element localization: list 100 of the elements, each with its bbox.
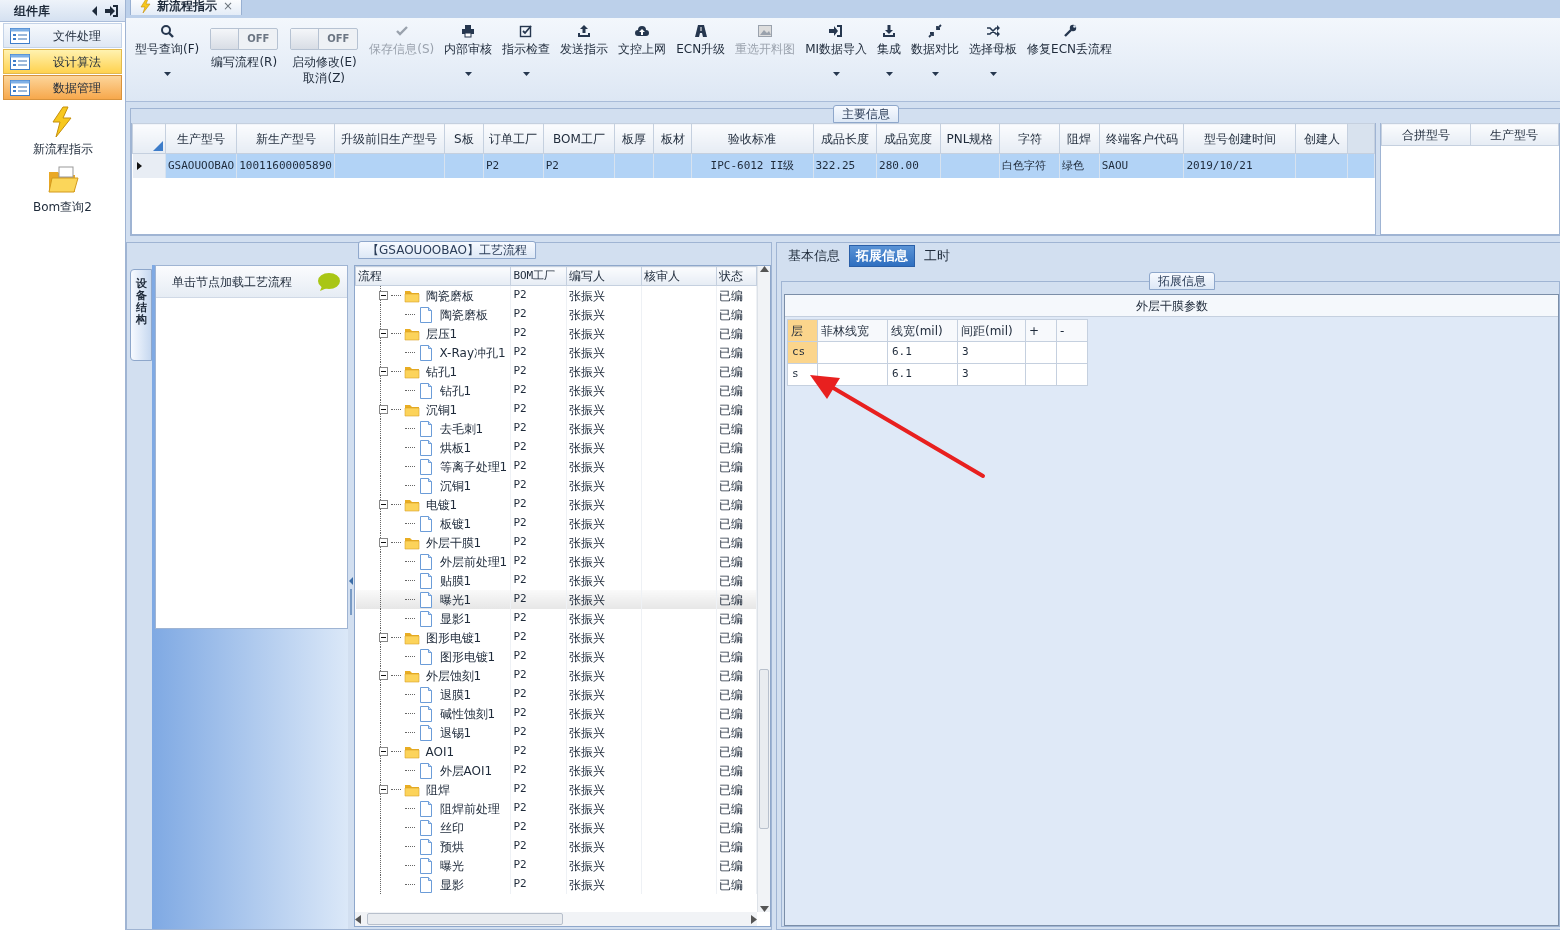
exit-icon[interactable]: [105, 4, 119, 17]
toolbar-button[interactable]: 数据对比: [906, 22, 965, 76]
column-header[interactable]: -: [1056, 319, 1088, 342]
tree-node-label[interactable]: 贴膜1: [439, 571, 472, 590]
toolbar-button[interactable]: 集成: [872, 22, 907, 76]
tree-node-label[interactable]: 沉铜1: [425, 400, 458, 419]
tree-node-label[interactable]: 外层AOI1: [439, 761, 493, 780]
row-header[interactable]: [132, 153, 166, 178]
column-header[interactable]: 线宽(mil): [887, 319, 958, 342]
tree-node-label[interactable]: 陶瓷磨板: [439, 305, 488, 324]
table-corner[interactable]: [132, 123, 166, 154]
tree-node-label[interactable]: 图形电镀1: [425, 628, 482, 647]
tree-node-label[interactable]: 退锡1: [439, 723, 472, 742]
tree-node-label[interactable]: 钻孔1: [425, 362, 458, 381]
scrollbar-thumb[interactable]: [759, 669, 769, 829]
collapse-box-icon[interactable]: [378, 538, 388, 547]
sidebar-item[interactable]: 设计算法: [3, 49, 122, 74]
tab[interactable]: 工时: [917, 245, 957, 267]
column-header[interactable]: 创建人: [1295, 123, 1348, 154]
column-header[interactable]: 升级前旧生产型号: [334, 123, 445, 154]
shortcut-label[interactable]: 新流程指示: [32, 140, 93, 158]
collapse-box-icon[interactable]: [378, 291, 388, 300]
scroll-down-icon[interactable]: [759, 906, 769, 912]
toolbar-button[interactable]: 内部审核: [439, 22, 498, 76]
tree-node-label[interactable]: 丝印: [439, 818, 464, 837]
toolbar-button[interactable]: MI数据导入: [800, 22, 873, 76]
column-header[interactable]: 生产型号: [165, 123, 237, 154]
scroll-right-icon[interactable]: [751, 914, 757, 924]
toggle-switch[interactable]: OFF: [210, 28, 279, 50]
tree-node-label[interactable]: AOI1: [425, 742, 455, 761]
collapse-box-icon[interactable]: [378, 367, 388, 376]
horizontal-scrollbar[interactable]: [355, 912, 757, 926]
collapse-left-icon[interactable]: [91, 5, 99, 16]
column-header[interactable]: 字符: [999, 123, 1060, 154]
collapse-box-icon[interactable]: [378, 405, 388, 414]
toggle-switch[interactable]: OFF: [290, 28, 359, 50]
tree-node-label[interactable]: 外层前处理1: [439, 552, 508, 571]
tree-node-label[interactable]: 预烘: [439, 837, 464, 856]
tree-node-label[interactable]: 外层干膜1: [425, 533, 482, 552]
tree-node-label[interactable]: 等离子处理1: [439, 457, 508, 476]
column-header[interactable]: 成品长度: [813, 123, 877, 154]
vertical-tab[interactable]: 设备结构: [130, 269, 152, 361]
column-header[interactable]: 流程: [355, 266, 511, 286]
column-header[interactable]: 层: [787, 319, 818, 342]
toolbar-button[interactable]: 文控上网: [613, 22, 672, 56]
toolbar-button[interactable]: 发送指示: [555, 22, 614, 56]
column-header[interactable]: 新生产型号: [236, 123, 335, 154]
column-header[interactable]: 板材: [653, 123, 692, 154]
collapse-box-icon[interactable]: [378, 747, 388, 756]
column-header[interactable]: 合拼型号: [1381, 123, 1471, 146]
collapse-box-icon[interactable]: [378, 785, 388, 794]
scroll-left-icon[interactable]: [355, 914, 361, 924]
tab[interactable]: 拓展信息: [849, 245, 915, 267]
collapse-box-icon[interactable]: [378, 500, 388, 509]
tree-node-label[interactable]: 阻焊前处理: [439, 799, 500, 818]
tree-node-label[interactable]: 阻焊: [425, 780, 450, 799]
close-icon[interactable]: ×: [223, 0, 234, 15]
tree-node-label[interactable]: 退膜1: [439, 685, 472, 704]
toolbar-button[interactable]: 修复ECN丢流程: [1022, 22, 1118, 56]
toolbar-button[interactable]: 指示检查: [497, 22, 556, 76]
tree-node-label[interactable]: 显影1: [439, 609, 472, 628]
tree-node-label[interactable]: 陶瓷磨板: [425, 286, 474, 305]
tree-node-label[interactable]: 板镀1: [439, 514, 472, 533]
toolbar-button[interactable]: 选择母板: [964, 22, 1023, 76]
tree-node-label[interactable]: 电镀1: [425, 495, 458, 514]
tree-node-label[interactable]: 外层蚀刻1: [425, 666, 482, 685]
toolbar-button[interactable]: ECN升级: [671, 22, 731, 56]
collapse-box-icon[interactable]: [378, 671, 388, 680]
column-header[interactable]: 成品宽度: [876, 123, 941, 154]
sidebar-item[interactable]: 文件处理: [3, 23, 122, 48]
tree-node-label[interactable]: 曝光: [439, 856, 464, 875]
tree-node-label[interactable]: 图形电镀1: [439, 647, 496, 666]
scrollbar-thumb[interactable]: [367, 913, 563, 925]
tree-node-label[interactable]: 碱性蚀刻1: [439, 704, 496, 723]
tree-node-label[interactable]: X-Ray冲孔1: [439, 343, 506, 362]
toolbar-button[interactable]: 型号查询(F): [130, 22, 205, 76]
vertical-scrollbar[interactable]: [757, 266, 770, 912]
column-header[interactable]: 板厚: [614, 123, 654, 154]
column-header[interactable]: 菲林线宽: [817, 319, 888, 342]
tree-node-label[interactable]: 烘板1: [439, 438, 472, 457]
tree-node-label[interactable]: 钻孔1: [439, 381, 472, 400]
column-header[interactable]: 订单工厂: [483, 123, 544, 154]
tree-node-label[interactable]: 层压1: [425, 324, 458, 343]
splitter-grip-icon[interactable]: [349, 577, 353, 617]
column-header[interactable]: 间距(mil): [957, 319, 1026, 342]
column-header[interactable]: 状态: [716, 266, 757, 286]
column-header[interactable]: 型号创建时间: [1183, 123, 1296, 154]
column-header[interactable]: S板: [444, 123, 484, 154]
tree-node-label[interactable]: 去毛刺1: [439, 419, 484, 438]
column-header[interactable]: +: [1025, 319, 1057, 342]
scroll-up-icon[interactable]: [759, 266, 769, 272]
column-header[interactable]: 核审人: [641, 266, 717, 286]
tab[interactable]: 基本信息: [781, 245, 847, 267]
column-header[interactable]: 阻焊: [1059, 123, 1100, 154]
column-header[interactable]: BOM工厂: [510, 266, 566, 286]
shortcut-label[interactable]: Bom查询2: [33, 198, 92, 216]
tree-node-label[interactable]: 显影: [439, 875, 464, 894]
column-header[interactable]: 编写人: [566, 266, 642, 286]
column-header[interactable]: BOM工厂: [543, 123, 615, 154]
document-tab[interactable]: 新流程指示 ×: [130, 0, 243, 15]
